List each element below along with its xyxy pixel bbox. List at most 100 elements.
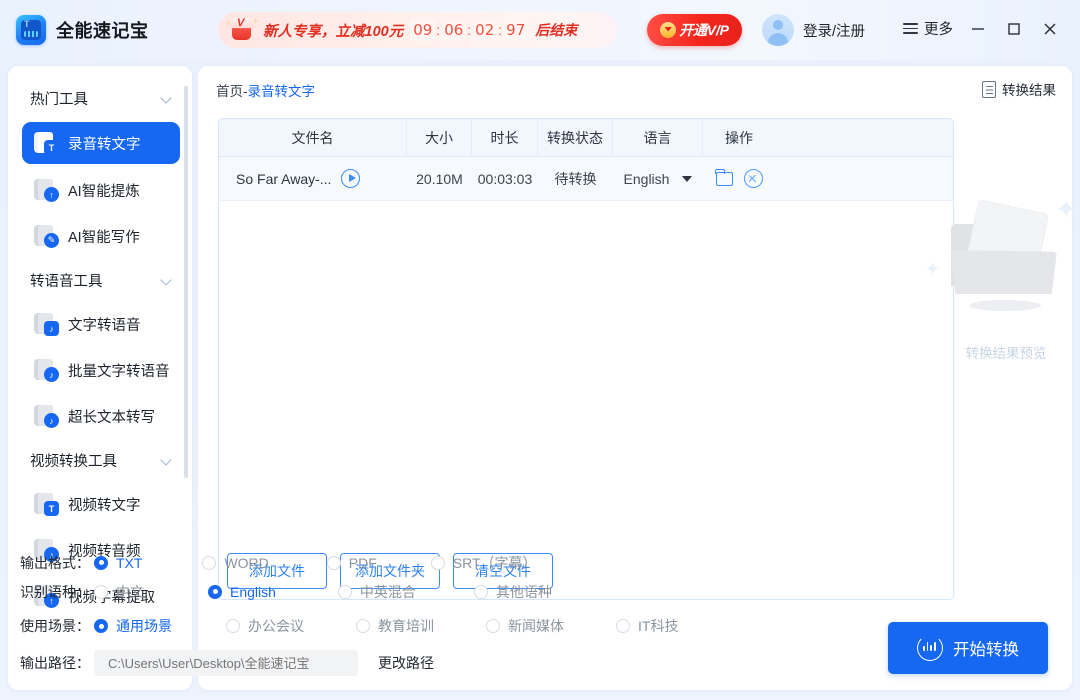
- breadcrumb: 首页-录音转文字: [216, 80, 315, 100]
- language-label: 识别语种：: [20, 583, 90, 600]
- app-logo-group: 全能速记宝: [16, 15, 149, 45]
- open-vip-button[interactable]: 开通V/P: [647, 14, 742, 46]
- sidebar-item-label: 超长文本转写: [68, 409, 155, 426]
- caret-down-icon: [682, 175, 693, 182]
- sidebar-item-batch-text-to-speech[interactable]: ♪ 批量文字转语音: [22, 350, 180, 390]
- sidebar-item-video-to-text[interactable]: T 视频转文字: [22, 484, 180, 524]
- sidebar-item-badge: ♪: [44, 367, 59, 382]
- radio-button[interactable]: [430, 555, 445, 570]
- sidebar-item-text-to-speech[interactable]: ♪ 文字转语音: [22, 304, 180, 344]
- login-register-button[interactable]: 登录/注册: [762, 14, 865, 46]
- promo-badge-text: V: [237, 17, 244, 29]
- sidebar-item-badge: ♪: [44, 321, 59, 336]
- radio-button[interactable]: [473, 584, 488, 599]
- breadcrumb-home[interactable]: 首页: [216, 84, 243, 99]
- radio-button[interactable]: [326, 555, 341, 570]
- start-conversion-button[interactable]: 开始转换: [888, 622, 1048, 674]
- radio-button[interactable]: [616, 619, 630, 633]
- sidebar-item-audio-to-text[interactable]: T 录音转文字: [22, 122, 180, 164]
- open-vip-label: 开通V/P: [679, 22, 729, 38]
- play-circle-icon[interactable]: [341, 169, 361, 188]
- radio-button[interactable]: [226, 619, 240, 633]
- sidebar-item-long-text-transcribe[interactable]: ♪ 超长文本转写: [22, 396, 180, 436]
- sidebar-scrollbar-thumb[interactable]: [184, 86, 188, 478]
- timer-minutes: 06: [441, 19, 467, 41]
- scene-option-4[interactable]: IT科技: [616, 616, 678, 636]
- sidebar-item-label: 视频转文字: [68, 497, 141, 514]
- promo-banner[interactable]: ✦ ✦ V 新人专享，立减100元 09 : 06 : 02 : 97 后结束: [218, 12, 617, 48]
- column-header-filename: 文件名: [219, 119, 407, 156]
- cell-duration: 00:03:03: [477, 170, 533, 187]
- sidebar-group-0[interactable]: 热门工具: [8, 80, 192, 116]
- sidebar-item-ai-write[interactable]: ✎ AI智能写作: [22, 216, 180, 256]
- scene-option-0[interactable]: 通用场景: [94, 616, 172, 636]
- sidebar-group-2[interactable]: 视频转换工具: [8, 442, 192, 478]
- sidebar-item-ai-extract[interactable]: ↑ AI智能提炼: [22, 170, 180, 210]
- app-title: 全能速记宝: [56, 21, 149, 41]
- sidebar-group-1[interactable]: 转语音工具: [8, 262, 192, 298]
- chevron-down-icon: [161, 93, 172, 104]
- radio-button[interactable]: [94, 584, 108, 599]
- output-format-option-3[interactable]: SRT（字幕）: [430, 553, 537, 573]
- text-to-speech-icon: ♪: [34, 312, 59, 336]
- output-format-row: 输出格式： TXT WORD PDF SRT（字幕）: [20, 548, 860, 577]
- gift-box-icon: ✦ ✦ V: [225, 15, 259, 45]
- open-folder-icon[interactable]: [715, 168, 733, 186]
- app-window: 全能速记宝 ✦ ✦ V 新人专享，立减100元 09 : 06 : 02 : 9…: [0, 0, 1080, 700]
- radio-button[interactable]: [94, 619, 108, 633]
- language-option-3[interactable]: 其他语种: [473, 582, 552, 602]
- conversion-result-link[interactable]: 转换结果: [982, 79, 1056, 99]
- window-controls: [960, 11, 1068, 47]
- column-header-language: 语言: [613, 119, 703, 156]
- sidebar-item-badge: ↑: [44, 187, 59, 202]
- radio-button[interactable]: [337, 584, 352, 599]
- title-bar: 全能速记宝 ✦ ✦ V 新人专享，立减100元 09 : 06 : 02 : 9…: [0, 0, 1080, 60]
- remove-circle-icon[interactable]: [743, 169, 763, 188]
- app-logo-icon: [16, 15, 46, 45]
- minimize-button[interactable]: [960, 11, 996, 47]
- language-select[interactable]: English: [624, 171, 693, 187]
- language-option-0[interactable]: 中文: [94, 582, 144, 602]
- maximize-button[interactable]: [996, 11, 1032, 47]
- result-preview-panel: ✦ ✦ 转换结果预览: [925, 118, 1077, 600]
- cell-actions: [703, 157, 775, 200]
- radio-label: 新闻媒体: [508, 618, 564, 634]
- user-avatar-icon: [762, 14, 794, 46]
- scene-option-3[interactable]: 新闻媒体: [486, 616, 564, 636]
- empty-folder-illustration: ✦ ✦: [925, 196, 1080, 318]
- column-header-actions: 操作: [725, 129, 753, 146]
- close-button[interactable]: [1032, 11, 1068, 47]
- more-menu-button[interactable]: 更多: [903, 18, 953, 39]
- scene-row: 使用场景： 通用场景 办公会议 教育培训 新闻媒体 IT科技: [20, 606, 860, 646]
- language-option-2[interactable]: 中英混合: [337, 582, 416, 602]
- cell-status: 待转换: [554, 170, 597, 187]
- document-result-icon: [982, 80, 996, 98]
- cell-language[interactable]: English: [613, 157, 703, 200]
- scene-option-2[interactable]: 教育培训: [356, 616, 434, 636]
- vip-diamond-icon: [660, 22, 677, 38]
- promo-text: 新人专享，立减100元: [263, 23, 404, 40]
- radio-label: TXT: [116, 554, 143, 571]
- radio-button[interactable]: [94, 555, 108, 570]
- output-format-option-0[interactable]: TXT: [94, 553, 142, 573]
- timer-hours: 09: [410, 19, 436, 41]
- scene-option-1[interactable]: 办公会议: [226, 616, 304, 636]
- radio-button[interactable]: [202, 555, 217, 570]
- filename-text: So Far Away-...: [236, 170, 332, 187]
- output-path-input[interactable]: [94, 650, 358, 676]
- output-format-option-1[interactable]: WORD: [202, 553, 269, 573]
- chevron-down-icon: [161, 455, 172, 466]
- language-option-1[interactable]: English: [208, 582, 276, 602]
- preview-label: 转换结果预览: [965, 346, 1047, 361]
- more-menu-label: 更多: [924, 22, 953, 38]
- radio-button[interactable]: [486, 619, 500, 633]
- radio-button[interactable]: [208, 584, 222, 599]
- table-row[interactable]: So Far Away-... 20.10M 00:03:03 待转换 Engl…: [219, 157, 953, 201]
- sidebar-group-label: 转语音工具: [30, 273, 103, 290]
- output-format-option-2[interactable]: PDF: [326, 553, 377, 573]
- radio-button[interactable]: [356, 619, 370, 633]
- countdown-timer: 09 : 06 : 02 : 97: [410, 19, 529, 41]
- sidebar-item-label: 文字转语音: [68, 317, 141, 334]
- long-text-transcribe-icon: ♪: [34, 404, 59, 428]
- change-path-button[interactable]: 更改路径: [378, 653, 434, 673]
